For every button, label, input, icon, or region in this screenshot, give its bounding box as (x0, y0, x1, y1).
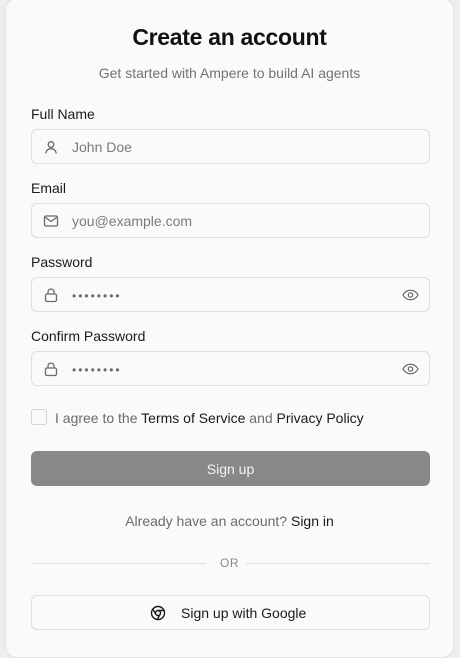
terms-prefix: I agree to the (55, 410, 138, 426)
sign-up-button[interactable]: Sign up (31, 451, 430, 486)
signup-card: Create an account Get started with Amper… (5, 0, 454, 658)
eye-icon[interactable] (402, 287, 419, 303)
terms-and: and (249, 410, 273, 426)
sign-in-link[interactable]: Sign in (291, 513, 334, 529)
eye-icon[interactable] (402, 361, 419, 377)
email-input[interactable] (72, 204, 372, 237)
user-icon (45, 141, 57, 154)
terms-of-service-link[interactable]: Terms of Service (141, 410, 245, 426)
full-name-label: Full Name (31, 106, 95, 122)
have-account-text: Already have an account? (125, 513, 288, 529)
page-title: Create an account (132, 24, 327, 50)
confirm-password-field-wrapper[interactable] (31, 351, 430, 386)
have-account-row: Already have an account? Sign in (6, 513, 453, 529)
full-name-input[interactable] (72, 130, 372, 163)
divider-line-right (246, 563, 430, 564)
terms-checkbox[interactable] (31, 409, 47, 425)
chrome-icon (150, 605, 166, 621)
lock-icon (44, 288, 58, 303)
confirm-password-input[interactable] (72, 352, 372, 385)
mail-icon (43, 215, 59, 227)
email-label: Email (31, 180, 67, 196)
google-button-label: Sign up with Google (181, 605, 307, 621)
email-field-wrapper[interactable] (31, 203, 430, 238)
page-subtitle: Get started with Ampere to build AI agen… (98, 65, 361, 81)
password-field-wrapper[interactable] (31, 277, 430, 312)
password-input[interactable] (72, 278, 372, 311)
full-name-field-wrapper[interactable] (31, 129, 430, 164)
terms-text: I agree to the Terms of Service and Priv… (55, 410, 364, 426)
privacy-policy-link[interactable]: Privacy Policy (277, 410, 364, 426)
google-sign-up-button[interactable]: Sign up with Google (31, 595, 430, 630)
confirm-password-label: Confirm Password (31, 328, 146, 344)
password-label: Password (31, 254, 93, 270)
lock-icon (44, 362, 58, 377)
